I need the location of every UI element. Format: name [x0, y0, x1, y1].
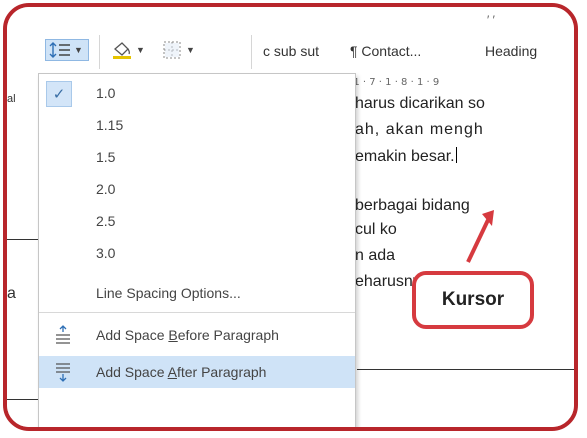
menu-item-add-space-after[interactable]: Add Space After Paragraph: [39, 356, 355, 388]
document-line: emakin besar.: [355, 147, 457, 166]
menu-item-1-15[interactable]: 1.15: [39, 110, 355, 140]
label-part: efore Paragraph: [177, 327, 279, 343]
chevron-down-icon: ▼: [186, 45, 195, 55]
menu-item-1-0[interactable]: ✓ 1.0: [39, 78, 355, 108]
screenshot-frame: ′ ′ ▼ ▼ ▼ c sub sut ¶ Contact... Heading…: [3, 3, 578, 431]
line-spacing-icon: [49, 42, 70, 58]
style-item[interactable]: ¶ Contact...: [350, 43, 421, 59]
borders-icon: [163, 41, 181, 59]
shading-button[interactable]: ▼: [111, 39, 155, 61]
borders-button[interactable]: ▼: [161, 39, 209, 61]
menu-item-label: Add Space After Paragraph: [96, 364, 266, 380]
menu-item-add-space-before[interactable]: Add Space Before Paragraph: [39, 320, 355, 350]
ribbon-top-marks: ′ ′: [487, 13, 495, 27]
menu-item-line-spacing-options[interactable]: Line Spacing Options...: [39, 278, 355, 308]
menu-item-1-5[interactable]: 1.5: [39, 142, 355, 172]
menu-item-2-5[interactable]: 2.5: [39, 206, 355, 236]
menu-item-label: 1.0: [96, 85, 116, 101]
menu-separator: [39, 312, 355, 313]
label-part: Add Space: [96, 327, 169, 343]
document-rule: [357, 369, 574, 370]
menu-item-label: 2.5: [96, 213, 116, 229]
paint-bucket-icon: [113, 42, 131, 59]
style-item[interactable]: c sub sut: [263, 43, 319, 59]
ribbon-divider: [99, 35, 100, 69]
accelerator-key: B: [168, 327, 178, 343]
check-icon: ✓: [46, 81, 72, 107]
menu-item-label: 1.5: [96, 149, 116, 165]
text-cursor: [455, 147, 457, 163]
menu-item-label: Add Space Before Paragraph: [96, 327, 279, 343]
line-spacing-button[interactable]: ▼: [45, 39, 89, 61]
line-spacing-menu: ✓ 1.0 1.15 1.5 2.0 2.5 3.0 Line Spacing …: [38, 73, 356, 427]
menu-item-2-0[interactable]: 2.0: [39, 174, 355, 204]
document-line-text: emakin besar.: [355, 148, 455, 165]
menu-item-label: Line Spacing Options...: [96, 285, 241, 301]
space-after-icon: [56, 363, 70, 382]
document-line: n ada: [355, 247, 396, 264]
menu-item-label: 3.0: [96, 245, 116, 261]
space-before-icon: [56, 325, 70, 344]
cursor-callout: Kursor: [412, 271, 534, 329]
chevron-down-icon: ▼: [136, 45, 145, 55]
document-line: berbagai bidang: [355, 197, 470, 214]
menu-item-3-0[interactable]: 3.0: [39, 238, 355, 268]
style-item[interactable]: Heading: [485, 43, 537, 59]
label-part: fter Paragraph: [176, 364, 267, 380]
document-line: harus dicarikan so: [355, 95, 485, 112]
menu-item-label: 2.0: [96, 181, 116, 197]
chevron-down-icon: ▼: [74, 45, 83, 55]
horizontal-ruler: · 1 · 7 · 1 · 8 · 1 · 9: [347, 77, 440, 88]
document-rule: [7, 399, 39, 400]
document-left-fragment: a: [7, 285, 16, 302]
document-line: cul ko: [355, 221, 397, 238]
label-part: Add Space: [96, 364, 168, 380]
document-line: ah, akan mengh: [355, 121, 484, 138]
menu-item-label: 1.15: [96, 117, 124, 133]
ribbon-divider: [251, 35, 252, 69]
accelerator-key: A: [167, 364, 177, 380]
document-left-fragment: al: [7, 93, 16, 105]
ribbon: ′ ′ ▼ ▼ ▼ c sub sut ¶ Contact... Heading: [7, 7, 574, 69]
document-rule: [7, 239, 39, 240]
